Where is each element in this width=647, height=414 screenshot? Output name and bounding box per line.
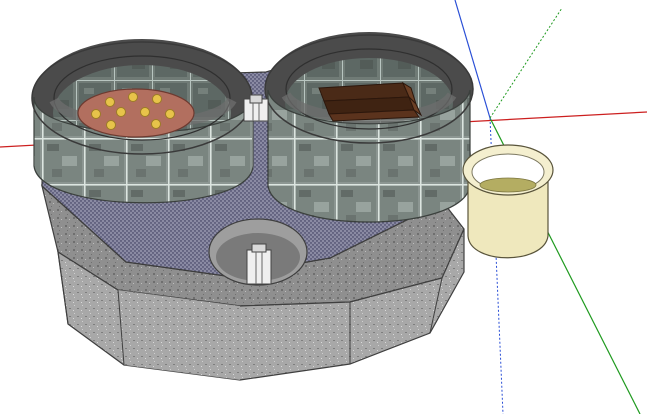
scene-svg: [0, 0, 647, 414]
sketchup-viewport[interactable]: [0, 0, 647, 414]
cream-cup[interactable]: [462, 144, 554, 259]
center-air-hole[interactable]: [208, 218, 308, 286]
glass-block-ring-right[interactable]: [264, 32, 474, 223]
wood-logs[interactable]: [318, 81, 423, 122]
round-burner-plate[interactable]: [77, 88, 195, 138]
small-white-posts[interactable]: [243, 94, 269, 122]
green-axis-dotted: [489, 7, 563, 119]
